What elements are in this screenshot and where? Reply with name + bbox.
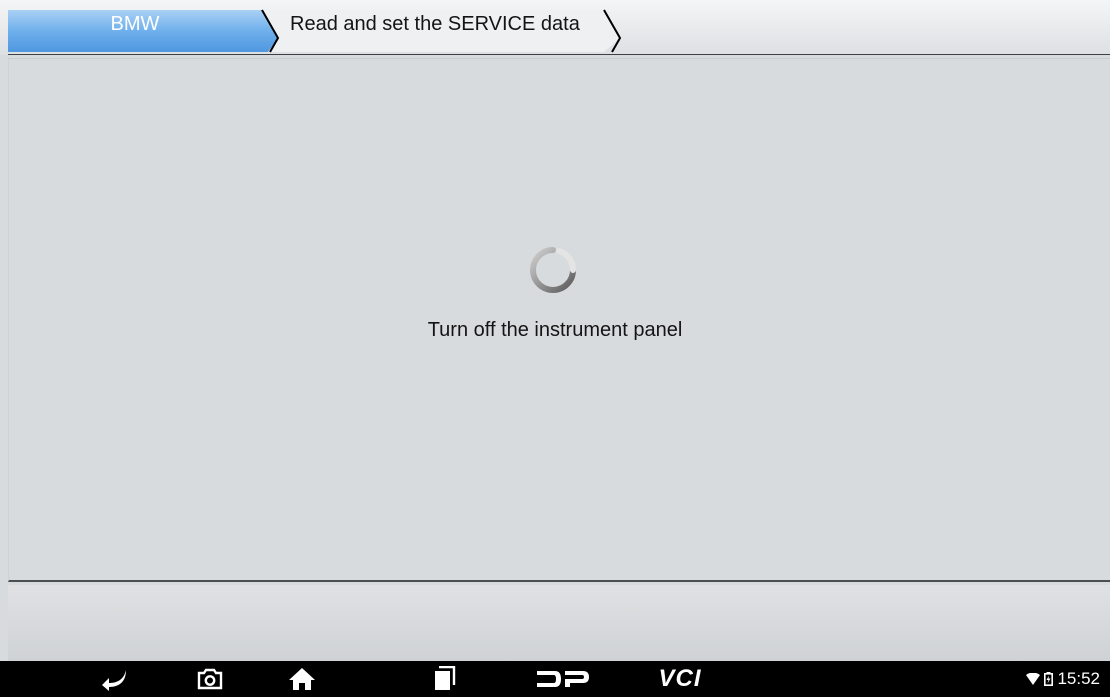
back-icon <box>102 670 126 691</box>
tab-bmw-label: BMW <box>110 13 160 35</box>
footer-bar <box>8 585 1110 661</box>
tab-service-data-label: Read and set the SERVICE data <box>290 13 580 35</box>
vci-logo-icon: VCI <box>658 665 702 692</box>
screenshot-button[interactable] <box>190 661 230 697</box>
home-icon <box>289 668 315 690</box>
system-navigation-bar: VCI 15:52 <box>0 661 1110 697</box>
status-tray: 15:52 <box>1026 661 1100 697</box>
home-button[interactable] <box>282 661 322 697</box>
status-message: Turn off the instrument panel <box>427 319 683 341</box>
breadcrumb: BMW Read and set the SERVICE data <box>0 0 1110 55</box>
screenshot-camera-icon <box>197 668 223 690</box>
vci-button[interactable]: VCI <box>648 661 712 697</box>
wifi-icon <box>1026 673 1041 685</box>
recent-apps-button[interactable] <box>425 661 465 697</box>
loading-spinner-icon <box>530 247 576 293</box>
recent-apps-icon <box>435 666 456 690</box>
battery-icon <box>1044 672 1054 686</box>
back-button[interactable] <box>95 661 135 697</box>
clock: 15:52 <box>1057 669 1100 688</box>
dp-logo-icon <box>537 671 589 687</box>
dp-button[interactable] <box>535 661 591 697</box>
